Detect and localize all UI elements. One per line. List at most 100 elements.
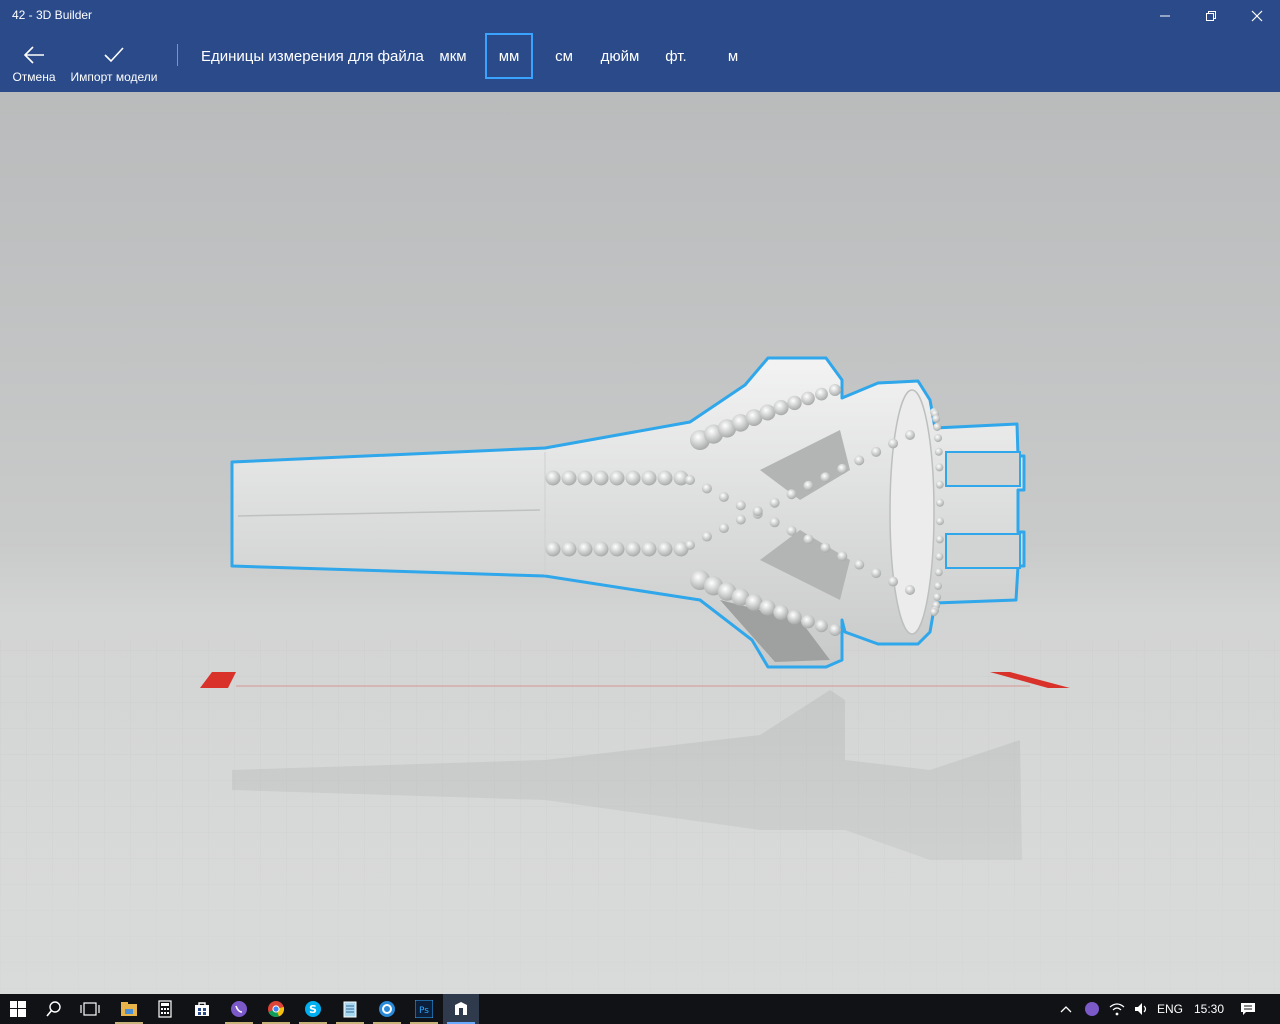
bead [769,517,780,528]
bead [933,593,942,602]
bead [888,438,899,449]
bead [815,619,828,633]
unit-option-ft[interactable]: фт. [652,33,700,79]
taskbar-chrome[interactable] [258,994,294,1024]
tray-clock[interactable]: 15:30 [1194,1002,1224,1016]
bead [934,447,943,456]
bead [905,430,915,440]
taskbar-file-explorer[interactable] [111,994,147,1024]
bead [905,585,915,595]
bead [815,387,828,401]
bead [641,541,657,557]
bead [609,470,625,486]
taskbar: S Ps ENG 15:30 [0,994,1280,1024]
bead [701,531,712,542]
cancel-label: Отмена [12,70,56,84]
file-explorer-icon [121,1002,137,1016]
volume-icon [1135,1003,1147,1015]
bead [934,568,943,577]
close-button[interactable] [1234,0,1280,32]
taskbar-skype[interactable]: S [295,994,331,1024]
bead [932,414,941,423]
checkmark-icon [104,47,124,63]
bead [577,470,593,486]
taskbar-app[interactable] [369,994,405,1024]
tray-volume[interactable] [1130,994,1154,1024]
unit-option-inch[interactable]: дюйм [596,33,644,79]
svg-text:S: S [309,1003,317,1016]
back-arrow-icon [23,46,44,64]
bezel [889,389,935,635]
window-title: 42 - 3D Builder [12,8,93,22]
bead [545,541,561,557]
tray-overflow-button[interactable] [1052,994,1080,1024]
photoshop-icon: Ps [415,1000,433,1018]
action-center-button[interactable] [1230,994,1266,1024]
search-icon [46,1001,61,1017]
bead [820,542,831,553]
bead [934,581,943,590]
bead [935,552,944,561]
bead [803,480,814,491]
bead [935,480,944,489]
chevron-up-icon [1060,1006,1072,1013]
taskbar-notepad[interactable] [332,994,368,1024]
unit-option-mkm[interactable]: мкм [429,33,477,79]
taskbar-photoshop[interactable]: Ps [406,994,442,1024]
task-view-button[interactable] [72,994,108,1024]
bead [935,517,944,526]
tray-viber[interactable] [1080,994,1104,1024]
3d-builder-icon [455,1002,467,1015]
prong-lower [945,533,1021,569]
bead [561,470,577,486]
bead [701,483,712,494]
viber-icon [231,1001,247,1017]
viber-tray-icon [1085,1002,1099,1016]
bead [769,497,780,508]
bead [786,525,797,536]
taskbar-store[interactable] [184,994,220,1024]
cancel-button[interactable]: Отмена [6,40,62,88]
bead [871,446,882,457]
bead [803,534,814,545]
bead [829,624,841,636]
taskbar-3d-builder[interactable] [443,994,479,1024]
minimize-button[interactable] [1142,0,1188,32]
bead [759,404,776,421]
notepad-icon [343,1001,357,1018]
bead [854,559,865,570]
bead [933,422,942,431]
bead [657,470,673,486]
bead [801,391,815,406]
bead [829,384,841,396]
import-model-button[interactable]: Импорт модели [66,40,162,88]
bead [641,470,657,486]
restore-button[interactable] [1188,0,1234,32]
ring-model[interactable] [230,356,1026,669]
bead [718,523,729,534]
close-icon [1251,10,1263,22]
wifi-icon [1109,1003,1125,1016]
reflection-fade [0,700,1280,994]
import-model-label: Импорт модели [70,70,158,84]
bead [773,604,789,621]
bead [935,498,944,507]
taskbar-viber[interactable] [221,994,257,1024]
search-button[interactable] [36,994,72,1024]
bead [786,489,797,500]
scene-canvas [0,356,1280,994]
skype-icon: S [305,1001,321,1017]
unit-option-mm[interactable]: мм [485,33,533,79]
bead [888,576,899,587]
bead [718,491,729,502]
prong-upper [945,451,1021,487]
taskbar-calculator[interactable] [147,994,183,1024]
bead [577,541,593,557]
tray-language[interactable]: ENG [1157,1002,1183,1016]
start-button[interactable] [0,994,36,1024]
3d-viewport[interactable] [0,92,1280,994]
unit-option-cm[interactable]: см [540,33,588,79]
unit-option-m[interactable]: м [709,33,757,79]
tray-network[interactable] [1104,994,1130,1024]
bead [657,541,673,557]
